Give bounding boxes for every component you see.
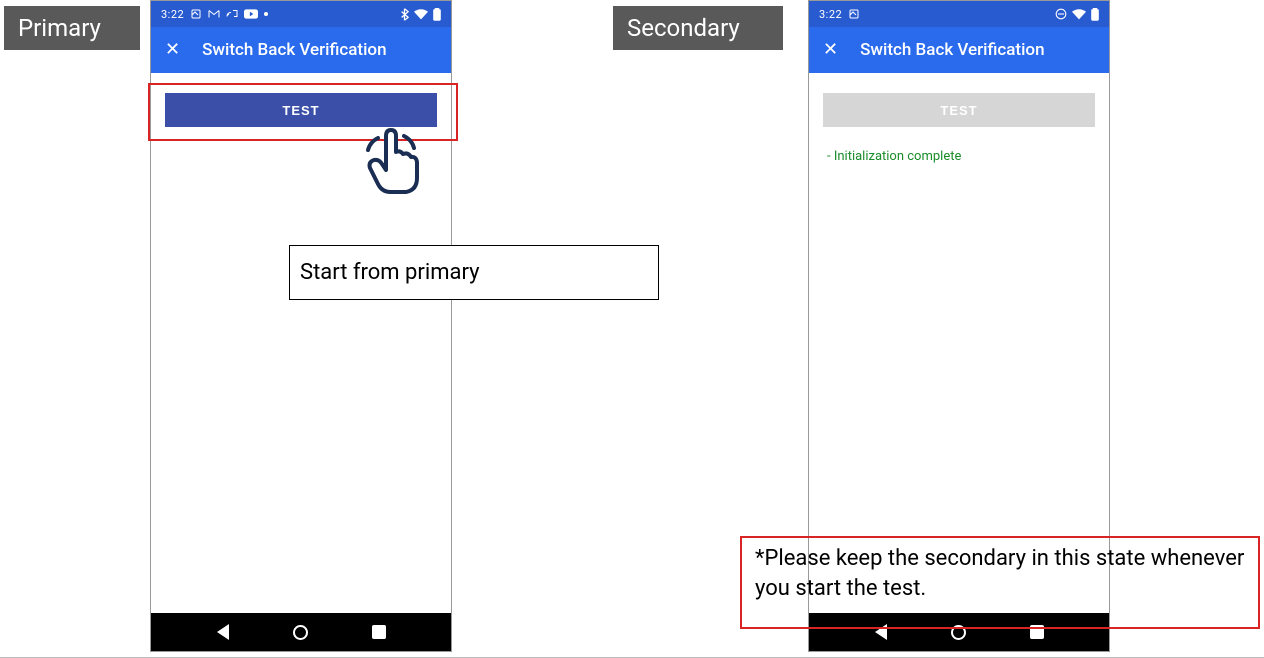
status-message: - Initialization complete bbox=[823, 149, 1095, 164]
nav-back-icon[interactable] bbox=[217, 624, 229, 640]
status-time: 3:22 bbox=[161, 8, 184, 21]
test-button[interactable]: TEST bbox=[165, 93, 437, 127]
nav-bar bbox=[809, 613, 1109, 651]
nav-recents-icon[interactable] bbox=[1030, 625, 1044, 639]
status-dnd-icon bbox=[1055, 8, 1067, 20]
status-wifi-icon bbox=[414, 9, 428, 20]
nav-home-icon[interactable] bbox=[951, 625, 966, 640]
close-icon[interactable]: ✕ bbox=[823, 41, 838, 59]
page-title: Switch Back Verification bbox=[860, 40, 1044, 60]
status-youtube-icon bbox=[244, 9, 258, 19]
status-wifi-icon bbox=[1072, 9, 1086, 20]
phone-primary: 3:22 ✕ Switch Back Verification TEST bbox=[150, 0, 452, 652]
app-bar: ✕ Switch Back Verification bbox=[809, 27, 1109, 73]
page-title: Switch Back Verification bbox=[202, 40, 386, 60]
test-button: TEST bbox=[823, 93, 1095, 127]
tap-cursor-icon bbox=[362, 126, 422, 198]
content-area: TEST - Initialization complete bbox=[809, 73, 1109, 613]
nav-recents-icon[interactable] bbox=[372, 625, 386, 639]
tag-secondary: Secondary bbox=[613, 6, 783, 50]
app-bar: ✕ Switch Back Verification bbox=[151, 27, 451, 73]
nav-bar bbox=[151, 613, 451, 651]
caption-secondary: *Please keep the secondary in this state… bbox=[755, 544, 1245, 603]
status-bar: 3:22 bbox=[151, 1, 451, 27]
status-dot-icon bbox=[264, 12, 268, 16]
status-gmail-icon bbox=[208, 9, 220, 19]
status-screenshot-icon bbox=[190, 8, 202, 20]
status-cast-icon bbox=[226, 9, 238, 19]
status-battery-icon bbox=[433, 8, 441, 21]
status-bar: 3:22 bbox=[809, 1, 1109, 27]
nav-back-icon[interactable] bbox=[875, 624, 887, 640]
status-battery-icon bbox=[1091, 8, 1099, 21]
close-icon[interactable]: ✕ bbox=[165, 41, 180, 59]
status-screenshot-icon bbox=[848, 8, 860, 20]
tag-primary: Primary bbox=[4, 6, 140, 50]
caption-primary: Start from primary bbox=[289, 245, 659, 300]
status-time: 3:22 bbox=[819, 8, 842, 21]
nav-home-icon[interactable] bbox=[293, 625, 308, 640]
status-bluetooth-icon bbox=[400, 8, 409, 21]
